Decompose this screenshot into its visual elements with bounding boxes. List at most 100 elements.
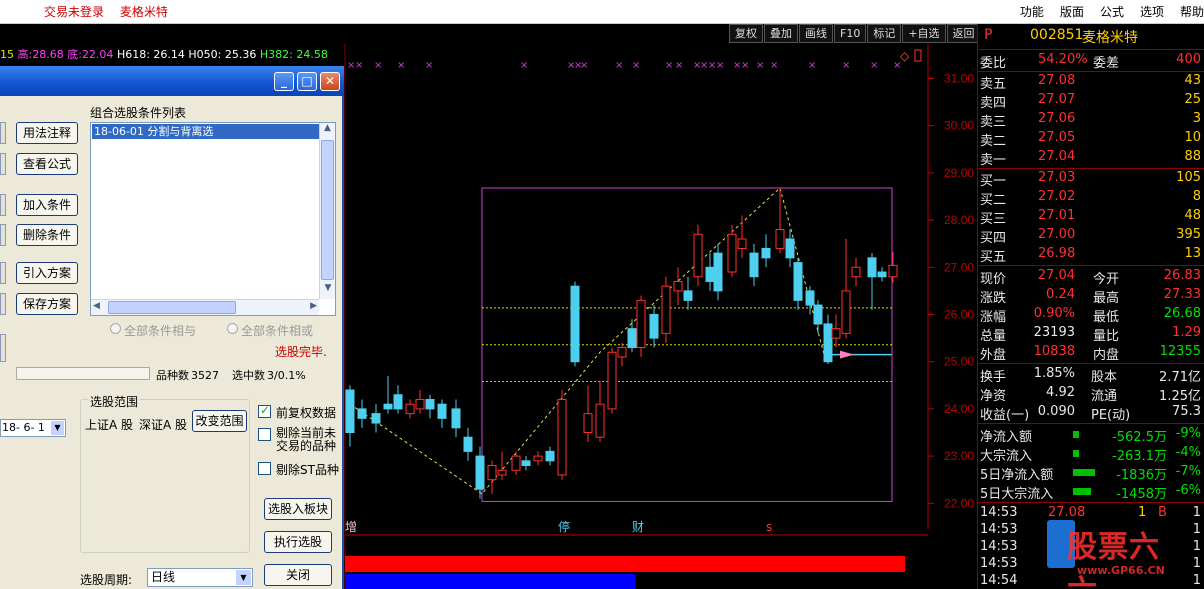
radio-or[interactable] bbox=[227, 323, 238, 334]
maximize-icon[interactable]: □ bbox=[297, 72, 317, 91]
count-label: 品种数 3527 bbox=[156, 369, 219, 382]
ask-price: 27.06 bbox=[1038, 111, 1076, 126]
scroll-down-icon[interactable]: ▼ bbox=[320, 283, 336, 299]
radio-or-label: 全部条件相或 bbox=[241, 324, 314, 338]
vertical-scrollbar[interactable]: ▲ ▼ bbox=[319, 123, 335, 299]
candle-body bbox=[793, 262, 803, 301]
bottom-label: s bbox=[766, 520, 772, 534]
chart-tool-4[interactable]: 标记 bbox=[867, 24, 902, 43]
condition-list-title: 组合选股条件列表 bbox=[90, 106, 187, 120]
menu-item-1[interactable]: 版面 bbox=[1060, 3, 1084, 20]
minimize-icon[interactable]: _ bbox=[274, 72, 294, 91]
range-title: 选股范围 bbox=[88, 393, 141, 410]
divider bbox=[978, 363, 1204, 364]
selected-count: 选中数 3/0.1% bbox=[232, 369, 306, 382]
menu-item-3[interactable]: 选项 bbox=[1140, 3, 1164, 20]
bid-label: 买三 bbox=[980, 212, 1007, 227]
dialog-titlebar[interactable]: _ □ ✕ bbox=[0, 66, 344, 96]
dialog-left-button-0[interactable]: 用法注释 bbox=[16, 122, 78, 144]
flow-row: 大宗流入 -263.1万 -4% bbox=[978, 444, 1204, 464]
ask-row: 卖四 27.07 25 bbox=[978, 91, 1204, 111]
prefuquan-checkbox[interactable] bbox=[258, 403, 271, 418]
change-range-button[interactable]: 改变范围 bbox=[192, 410, 247, 432]
dialog-left-button-2[interactable]: 加入条件 bbox=[16, 194, 78, 216]
bid-price: 26.98 bbox=[1038, 246, 1076, 261]
quote-header: P 002851 麦格米特 bbox=[978, 26, 1204, 48]
stat-value: 26.68 bbox=[1163, 306, 1201, 321]
chart-tool-0[interactable]: 复权 bbox=[729, 24, 763, 43]
scroll-left-icon[interactable]: ◀ bbox=[93, 301, 100, 311]
candle-body bbox=[487, 465, 497, 481]
ask-price: 27.08 bbox=[1038, 73, 1076, 88]
dropdown-icon[interactable]: ▼ bbox=[51, 421, 64, 435]
stat2-value: 1.25亿 bbox=[1159, 389, 1201, 404]
add-to-block-button[interactable]: 选股入板块 bbox=[264, 498, 332, 520]
weibi-label: 委比 bbox=[980, 56, 1007, 71]
flow-row: 5日净流入额 -1836万 -7% bbox=[978, 463, 1204, 483]
stat-row: 涨跌 0.24 最高 27.33 bbox=[978, 286, 1204, 306]
login-status[interactable]: 交易未登录 bbox=[44, 5, 104, 19]
signal-marker: × bbox=[355, 60, 363, 71]
stat2-row: 净资 4.92 流通 1.25亿 bbox=[978, 384, 1204, 404]
divider bbox=[978, 423, 1204, 424]
stock-name: 麦格米特 bbox=[1082, 30, 1138, 46]
condition-list[interactable]: 18-06-01 分割与背离选 ▲ ▼ ◀ ▶ bbox=[90, 122, 336, 316]
ask-volume: 3 bbox=[1192, 111, 1201, 126]
price-tick-label: 31.00 bbox=[944, 72, 974, 86]
ask-row: 卖三 27.06 3 bbox=[978, 110, 1204, 130]
tick-time: 14:53 bbox=[980, 539, 1018, 554]
candle-body bbox=[583, 413, 593, 433]
condition-list-item[interactable]: 18-06-01 分割与背离选 bbox=[92, 124, 320, 139]
execute-screen-button[interactable]: 执行选股 bbox=[264, 531, 332, 553]
tick-count: 1 bbox=[1192, 522, 1201, 537]
chart-tool-2[interactable]: 画线 bbox=[799, 24, 833, 43]
signal-marker: × bbox=[770, 60, 778, 71]
ask-row: 卖二 27.05 10 bbox=[978, 129, 1204, 149]
stat2-value: 75.3 bbox=[1172, 404, 1201, 419]
chart-tool-5[interactable]: +自选 bbox=[902, 24, 946, 43]
close-icon[interactable]: ✕ bbox=[320, 72, 340, 91]
close-button[interactable]: 关闭 bbox=[264, 564, 332, 586]
candle-body bbox=[775, 229, 785, 249]
dialog-left-button-1[interactable]: 查看公式 bbox=[16, 153, 78, 175]
stat2-value: 1.85% bbox=[1033, 366, 1075, 381]
menu-item-4[interactable]: 帮助 bbox=[1180, 3, 1204, 20]
bid-row: 买一 27.03 105 bbox=[978, 169, 1204, 189]
stat-row: 涨幅 0.90% 最低 26.68 bbox=[978, 305, 1204, 325]
menu-item-0[interactable]: 功能 bbox=[1020, 3, 1044, 20]
dialog-left-button-4[interactable]: 引入方案 bbox=[16, 262, 78, 284]
menu-item-2[interactable]: 公式 bbox=[1100, 3, 1124, 20]
candle-body bbox=[831, 328, 841, 339]
ask-label: 卖一 bbox=[980, 153, 1007, 168]
chart-tool-3[interactable]: F10 bbox=[834, 24, 867, 43]
flow-value: -1458万 bbox=[1116, 487, 1167, 502]
period-select[interactable]: 日线 ▼ bbox=[147, 568, 253, 587]
candle-body bbox=[357, 408, 367, 419]
bid-row: 买五 26.98 13 bbox=[978, 245, 1204, 265]
remove-suspend-checkbox[interactable] bbox=[258, 428, 271, 441]
scroll-up-icon[interactable]: ▲ bbox=[320, 123, 335, 139]
candle-body bbox=[475, 455, 485, 490]
price-tick-label: 25.00 bbox=[944, 355, 974, 369]
radio-and[interactable] bbox=[110, 323, 121, 334]
bid-price: 27.03 bbox=[1038, 170, 1076, 185]
radio-and-label: 全部条件相与 bbox=[124, 324, 197, 338]
date-picker[interactable]: 18- 6- 1 ▼ bbox=[0, 419, 66, 437]
signal-marker: × bbox=[716, 60, 724, 71]
stat2-row: 收益(一) 0.090 PE(动) 75.3 bbox=[978, 403, 1204, 423]
remove-st-checkbox[interactable] bbox=[258, 462, 271, 475]
stat2-label: 收益(一) bbox=[980, 408, 1030, 423]
period-label: 选股周期: bbox=[80, 573, 133, 587]
horizontal-scrollbar[interactable]: ◀ ▶ bbox=[91, 299, 319, 315]
scroll-right-icon[interactable]: ▶ bbox=[310, 301, 317, 311]
candle-body bbox=[841, 290, 851, 334]
pink-arrow-marker bbox=[840, 350, 854, 359]
flow-label: 5日大宗流入 bbox=[980, 487, 1054, 502]
dialog-left-button-3[interactable]: 删除条件 bbox=[16, 224, 78, 246]
dialog-left-button-5[interactable]: 保存方案 bbox=[16, 293, 78, 315]
chart-tool-1[interactable]: 叠加 bbox=[764, 24, 798, 43]
chart-tool-6[interactable]: 返回 bbox=[946, 24, 981, 43]
chevron-down-icon[interactable]: ▼ bbox=[236, 570, 251, 585]
candle-body bbox=[749, 252, 759, 278]
signal-marker: × bbox=[756, 60, 764, 71]
